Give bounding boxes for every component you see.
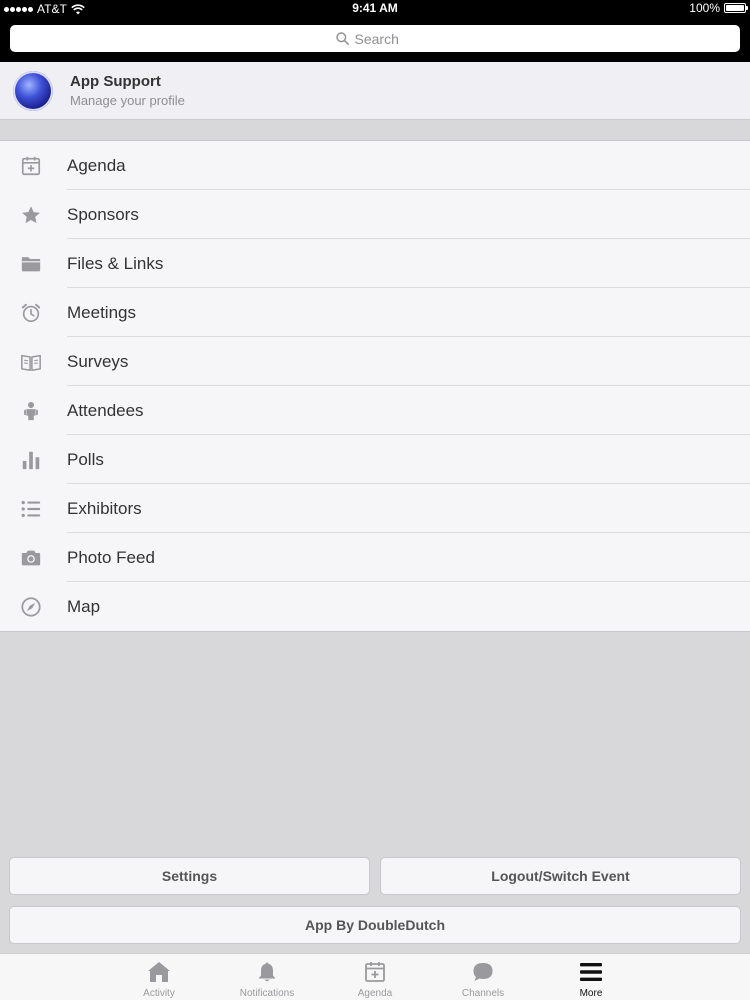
logout-switch-event-button[interactable]: Logout/Switch Event — [380, 857, 741, 895]
menu-item-label: Sponsors — [67, 204, 139, 224]
profile-row[interactable]: App Support Manage your profile — [0, 62, 750, 120]
menu-item-meetings[interactable]: Meetings — [0, 288, 750, 337]
open-book-icon — [19, 350, 43, 374]
tab-agenda[interactable]: Agenda — [321, 954, 429, 1000]
home-icon — [148, 962, 170, 982]
menu-item-label: Attendees — [67, 400, 144, 420]
settings-button[interactable]: Settings — [9, 857, 370, 895]
search-bar[interactable] — [10, 25, 740, 52]
status-time: 9:41 AM — [352, 1, 398, 15]
status-bar: AT&T 9:41 AM 100% — [0, 0, 750, 18]
menu-item-surveys[interactable]: Surveys — [0, 337, 750, 386]
tab-label: Agenda — [357, 988, 393, 999]
tab-label: More — [579, 988, 603, 999]
battery-percent: 100% — [689, 1, 720, 15]
profile-name: App Support — [70, 73, 161, 90]
status-right: 100% — [689, 1, 748, 15]
menu-item-polls[interactable]: Polls — [0, 435, 750, 484]
tab-more[interactable]: More — [537, 954, 645, 1000]
menu-item-photo-feed[interactable]: Photo Feed — [0, 533, 750, 582]
menu-item-files-links[interactable]: Files & Links — [0, 239, 750, 288]
avatar — [13, 70, 53, 111]
menu-item-label: Map — [67, 596, 101, 616]
tab-activity[interactable]: Activity — [105, 954, 213, 1000]
menu-item-agenda[interactable]: Agenda — [0, 141, 750, 190]
alarm-clock-icon — [19, 301, 43, 325]
tab-notifications[interactable]: Notifications — [213, 954, 321, 1000]
search-header — [0, 18, 750, 62]
tab-label: Activity — [143, 988, 175, 999]
menu-item-label: Files & Links — [67, 253, 164, 273]
menu-item-label: Agenda — [67, 155, 126, 175]
calendar-icon — [365, 962, 385, 982]
camera-icon — [19, 546, 43, 570]
profile-subtitle: Manage your profile — [70, 93, 185, 108]
battery-fill — [726, 5, 744, 11]
menu-item-label: Meetings — [67, 302, 136, 322]
more-menu-list: Agenda Sponsors Files & Links Meetings S… — [0, 140, 750, 632]
chat-bubble-icon — [473, 963, 493, 981]
menu-item-label: Exhibitors — [67, 498, 142, 518]
folder-icon — [19, 252, 43, 276]
menu-item-exhibitors[interactable]: Exhibitors — [0, 484, 750, 533]
menu-item-label: Polls — [67, 449, 104, 469]
search-icon — [335, 32, 349, 45]
profile-text: App Support Manage your profile — [70, 73, 185, 108]
search-input[interactable] — [354, 30, 415, 47]
menu-item-map[interactable]: Map — [0, 582, 750, 631]
hamburger-menu-icon — [580, 963, 602, 981]
compass-icon — [19, 595, 43, 619]
tab-bar: Activity Notifications Agenda Channels M… — [0, 953, 750, 1000]
bar-chart-icon — [19, 448, 43, 472]
menu-item-attendees[interactable]: Attendees — [0, 386, 750, 435]
bell-icon — [258, 962, 276, 982]
menu-item-label: Surveys — [67, 351, 129, 371]
calendar-icon — [19, 154, 43, 178]
tab-channels[interactable]: Channels — [429, 954, 537, 1000]
person-icon — [19, 399, 43, 423]
menu-item-label: Photo Feed — [67, 547, 155, 567]
list-icon — [19, 497, 43, 521]
star-icon — [19, 203, 43, 227]
tab-label: Channels — [461, 988, 505, 999]
menu-item-sponsors[interactable]: Sponsors — [0, 190, 750, 239]
tab-label: Notifications — [239, 988, 295, 999]
app-credit-button[interactable]: App By DoubleDutch — [9, 906, 741, 944]
battery-icon — [724, 3, 748, 13]
